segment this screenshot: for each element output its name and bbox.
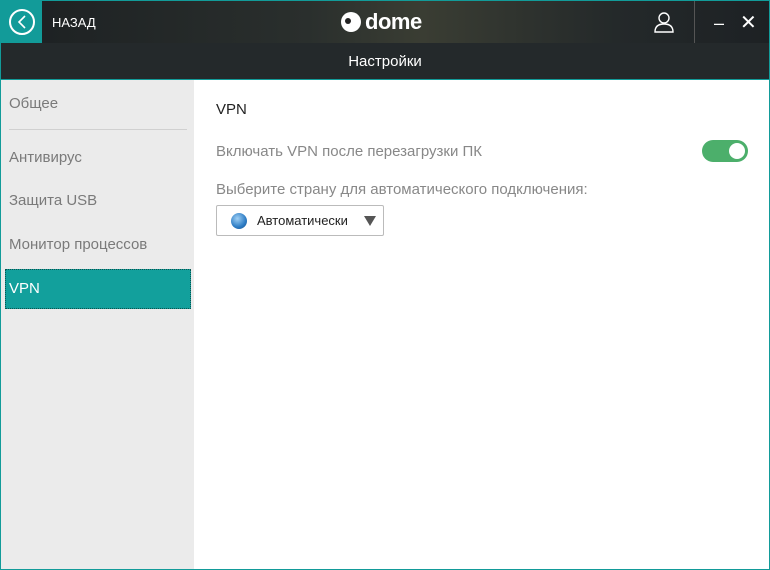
logo-mark-icon [341, 12, 361, 32]
user-icon[interactable] [653, 11, 675, 38]
autostart-toggle[interactable] [702, 140, 748, 162]
page-title: Настройки [1, 43, 769, 80]
divider [694, 1, 695, 43]
minimize-button[interactable]: – [714, 13, 724, 34]
logo-text: dome [365, 9, 422, 34]
sidebar-divider [9, 129, 187, 130]
autostart-label: Включать VPN после перезагрузки ПК [216, 143, 483, 160]
country-value: Автоматически [257, 213, 348, 228]
close-button[interactable]: ✕ [740, 10, 757, 35]
back-label[interactable]: НАЗАД [52, 15, 96, 30]
globe-icon [231, 212, 247, 229]
toggle-knob [729, 143, 745, 159]
dropdown-arrow-icon [363, 215, 376, 226]
sidebar-item-usb[interactable]: Защита USB [5, 181, 191, 221]
back-button[interactable] [1, 1, 42, 43]
country-select[interactable]: Автоматически [216, 205, 384, 236]
vpn-settings: VPN Включать VPN после перезагрузки ПК В… [194, 80, 769, 569]
logo: dome [341, 9, 422, 35]
section-heading: VPN [216, 101, 247, 118]
sidebar-item-process-monitor[interactable]: Монитор процессов [5, 225, 191, 265]
country-label: Выберите страну для автоматического подк… [216, 181, 588, 198]
header: НАЗАД dome – ✕ [1, 1, 769, 43]
sidebar-item-vpn[interactable]: VPN [5, 269, 191, 309]
sidebar-item-general[interactable]: Общее [5, 84, 191, 124]
app-window: НАЗАД dome – ✕ Настройки Общее Антивирус… [0, 0, 770, 570]
sidebar: Общее Антивирус Защита USB Монитор проце… [1, 80, 194, 569]
chevron-left-icon [8, 9, 35, 35]
sidebar-item-antivirus[interactable]: Антивирус [5, 138, 191, 178]
